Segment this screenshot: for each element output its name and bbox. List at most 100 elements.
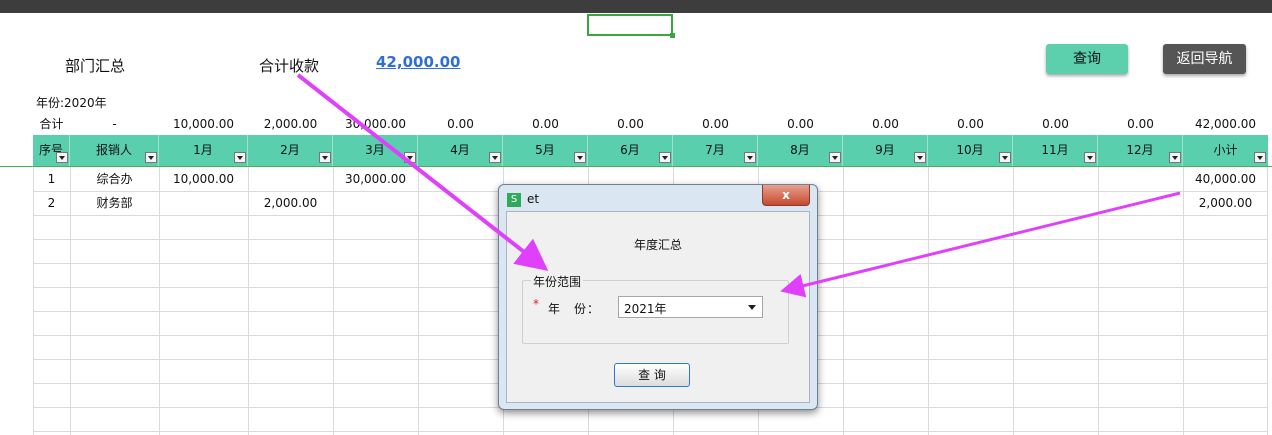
header-label: 9月 — [875, 143, 895, 157]
header-label: 12月 — [1126, 143, 1154, 157]
header-label: 5月 — [535, 143, 555, 157]
header-cell-aug: 8月 — [758, 135, 843, 166]
header-cell-oct: 10月 — [928, 135, 1013, 166]
filter-dropdown-icon[interactable] — [574, 152, 586, 163]
chevron-down-icon[interactable] — [748, 305, 756, 310]
dialog-query-button[interactable]: 查 询 — [614, 363, 690, 387]
filter-dropdown-icon[interactable] — [829, 152, 841, 163]
filter-dropdown-icon[interactable] — [489, 152, 501, 163]
filter-dropdown-icon[interactable] — [914, 152, 926, 163]
row2-subtotal[interactable]: 2,000.00 — [1183, 191, 1268, 215]
sum-nov: 0.00 — [1042, 117, 1069, 131]
header-cell-sep: 9月 — [843, 135, 928, 166]
filter-dropdown-icon[interactable] — [234, 152, 246, 163]
year-range-legend: 年份范围 — [531, 273, 584, 290]
selected-cell-indicator[interactable] — [587, 14, 675, 38]
filter-dropdown-icon[interactable] — [1254, 152, 1266, 163]
year-field-label: 年 份： — [548, 302, 601, 316]
total-receipts-label: 合计收款 — [259, 57, 320, 75]
back-navigation-button[interactable]: 返回导航 — [1163, 44, 1246, 74]
row1-mar[interactable]: 30,000.00 — [333, 167, 418, 191]
dialog-titlebar: Set — [507, 192, 539, 207]
sum-mar: 30,000.00 — [344, 117, 407, 131]
header-cell-reporter: 报销人 — [70, 135, 159, 166]
sum-may: 0.00 — [532, 117, 559, 131]
header-cell-mar: 3月 — [333, 135, 418, 166]
header-label: 8月 — [790, 143, 810, 157]
header-label: 10月 — [956, 143, 984, 157]
grid-vline — [1013, 167, 1014, 435]
query-button[interactable]: 查询 — [1046, 44, 1128, 74]
year-select[interactable]: 2021年 — [618, 296, 763, 318]
row2-jan[interactable] — [159, 191, 248, 215]
row2-feb[interactable]: 2,000.00 — [248, 191, 333, 215]
header-cell-nov: 11月 — [1013, 135, 1098, 166]
grid-hline — [33, 431, 1268, 432]
year-summary-dialog: Set x 年度汇总 年份范围 * 年 份： 2021年 查 询 — [498, 184, 818, 410]
header-cell-jun: 6月 — [588, 135, 673, 166]
app-logo-icon: S — [507, 192, 521, 207]
dialog-heading: 年度汇总 — [633, 238, 682, 252]
dept-summary-title: 部门汇总 — [65, 57, 126, 75]
sum-label: 合计 — [39, 117, 64, 131]
header-label: 4月 — [450, 143, 470, 157]
filter-dropdown-icon[interactable] — [999, 152, 1011, 163]
sum-jan: 10,000.00 — [172, 117, 235, 131]
header-cell-jul: 7月 — [673, 135, 758, 166]
sum-feb: 2,000.00 — [263, 117, 318, 131]
filter-dropdown-icon[interactable] — [145, 152, 157, 163]
total-receipts-value-link[interactable]: 42,000.00 — [376, 53, 460, 71]
filter-dropdown-icon[interactable] — [1169, 152, 1181, 163]
filter-dropdown-icon[interactable] — [744, 152, 756, 163]
row2-no[interactable]: 2 — [33, 191, 70, 215]
sum-aug: 0.00 — [787, 117, 814, 131]
sum-oct: 0.00 — [957, 117, 984, 131]
filter-dropdown-icon[interactable] — [56, 152, 68, 163]
header-label: 3月 — [365, 143, 385, 157]
header-cell-subtotal: 小计 — [1183, 135, 1268, 166]
filter-dropdown-icon[interactable] — [319, 152, 331, 163]
filter-dropdown-icon[interactable] — [1084, 152, 1096, 163]
grid-vline — [1098, 167, 1099, 435]
sum-row: 合计 - 10,000.00 2,000.00 30,000.00 0.00 0… — [0, 115, 1272, 134]
sum-dec: 0.00 — [1127, 117, 1154, 131]
header-label: 1月 — [193, 143, 213, 157]
header-cell-may: 5月 — [503, 135, 588, 166]
row1-name[interactable]: 综合办 — [70, 167, 159, 191]
sum-apr: 0.00 — [447, 117, 474, 131]
header-cell-apr: 4月 — [418, 135, 503, 166]
header-cell-no: 序号 — [33, 135, 70, 166]
header-cell-jan: 1月 — [159, 135, 248, 166]
header-cell-feb: 2月 — [248, 135, 333, 166]
year-select-value: 2021年 — [624, 302, 667, 316]
header-label: 报销人 — [95, 143, 132, 157]
header-label: 6月 — [620, 143, 640, 157]
sum-subtotal: 42,000.00 — [1194, 117, 1257, 131]
grid-vline — [843, 167, 844, 435]
row1-subtotal[interactable]: 40,000.00 — [1183, 167, 1268, 191]
close-button[interactable]: x — [762, 185, 810, 206]
header-label: 2月 — [280, 143, 300, 157]
row2-mar[interactable] — [333, 191, 418, 215]
sum-reporter: - — [112, 117, 117, 131]
top-toolbar-strip — [0, 0, 1272, 13]
header-label: 小计 — [1213, 143, 1238, 157]
table-header: 序号 报销人 1月 2月 3月 4月 5月 6月 7月 8月 9月 10月 11… — [33, 135, 1268, 166]
row1-feb[interactable] — [248, 167, 333, 191]
grid-vline — [928, 167, 929, 435]
header-cell-dec: 12月 — [1098, 135, 1183, 166]
header-label: 11月 — [1041, 143, 1069, 157]
row1-jan[interactable]: 10,000.00 — [159, 167, 248, 191]
grid-vline — [418, 167, 419, 435]
filter-dropdown-icon[interactable] — [659, 152, 671, 163]
filter-dropdown-icon[interactable] — [404, 152, 416, 163]
header-label: 7月 — [705, 143, 725, 157]
required-marker: * — [533, 297, 539, 311]
year-range-group: 年份范围 * 年 份： 2021年 — [522, 273, 789, 344]
row1-no[interactable]: 1 — [33, 167, 70, 191]
year-label: 年份:2020年 — [36, 96, 107, 110]
row2-name[interactable]: 财务部 — [70, 191, 159, 215]
sum-jun: 0.00 — [617, 117, 644, 131]
dialog-body: 年度汇总 年份范围 * 年 份： 2021年 查 询 — [506, 211, 810, 403]
sum-sep: 0.00 — [872, 117, 899, 131]
